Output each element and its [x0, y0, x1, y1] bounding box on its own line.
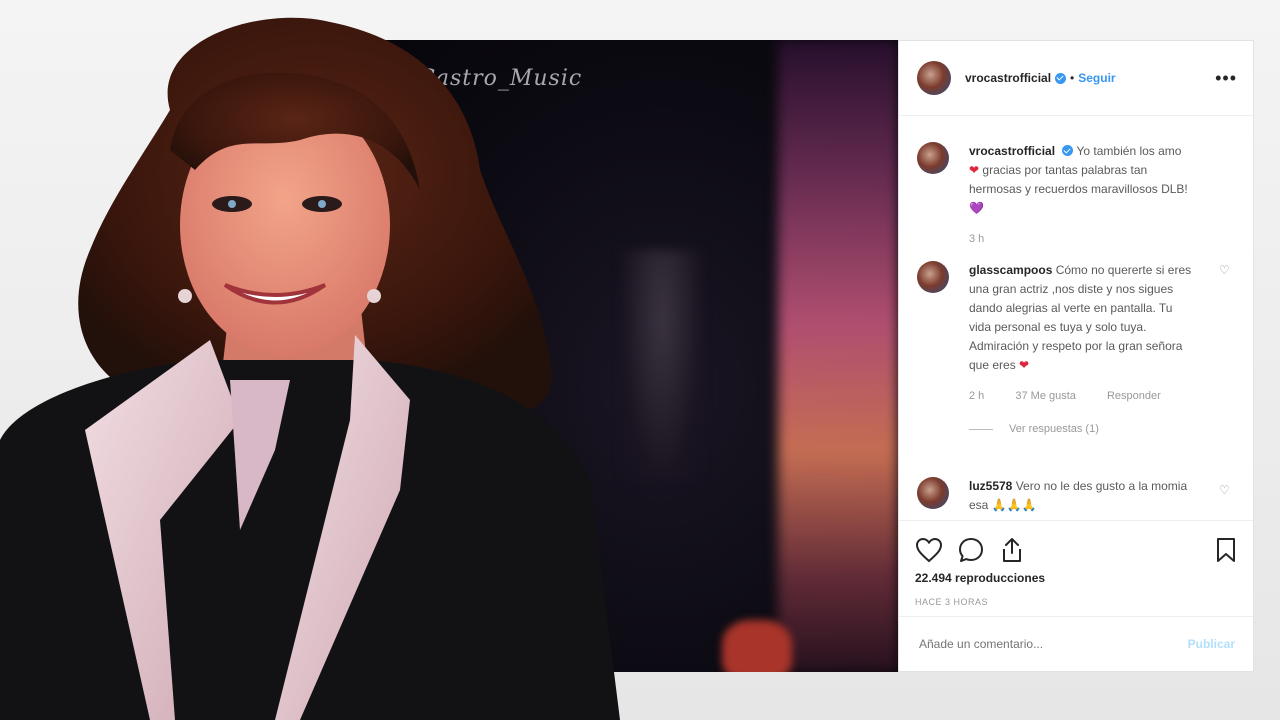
- action-icons: [915, 535, 1237, 565]
- comment-body: vrocastrofficial Yo también los amo ❤ gr…: [969, 142, 1193, 249]
- comment-meta: 3 h: [969, 230, 1193, 249]
- share-icon[interactable]: [999, 536, 1025, 564]
- post-timestamp[interactable]: HACE 3 HORAS: [915, 597, 1237, 607]
- replies-line: [969, 428, 993, 430]
- comment-username[interactable]: glasscampoos: [969, 263, 1052, 277]
- avatar[interactable]: [917, 61, 951, 95]
- separator-dot: •: [1070, 71, 1075, 85]
- post-username[interactable]: vrocastrofficial: [965, 71, 1051, 85]
- view-replies-label[interactable]: Ver respuestas (1): [1009, 423, 1099, 435]
- bookmark-icon[interactable]: [1215, 536, 1237, 564]
- reply-button[interactable]: Responder: [1107, 390, 1161, 402]
- list-item: vrocastrofficial Yo también los amo ❤ gr…: [917, 142, 1231, 249]
- like-heart-icon[interactable]: [915, 537, 943, 563]
- heart-emoji: ❤: [1019, 358, 1030, 372]
- comment-body: glasscampoos Cómo no quererte si eres un…: [969, 261, 1193, 439]
- comment-text-continued: gracias por tantas palabras tan hermosas…: [969, 163, 1188, 196]
- instagram-post-panel: vrocastrofficial • Seguir ••• vrocastrof…: [898, 40, 1254, 672]
- view-replies[interactable]: Ver respuestas (1): [969, 420, 1193, 439]
- heart-emoji: ❤: [969, 163, 980, 177]
- comment-likes[interactable]: 37 Me gusta: [1015, 390, 1076, 402]
- more-options-icon[interactable]: •••: [1215, 68, 1237, 89]
- like-comment-heart-icon[interactable]: ♡: [1219, 483, 1231, 497]
- verified-badge-icon: [1055, 72, 1067, 84]
- verified-badge-icon: [1062, 145, 1074, 156]
- list-item: luz5578 Vero no le des gusto a la momia …: [917, 477, 1231, 515]
- comment-meta: 2 h 37 Me gusta Responder: [969, 387, 1193, 406]
- purple-heart-emoji: 💜: [969, 201, 984, 215]
- follow-button[interactable]: Seguir: [1078, 71, 1115, 85]
- comment-time[interactable]: 2 h: [969, 390, 984, 402]
- publish-button[interactable]: Publicar: [1188, 637, 1235, 651]
- avatar[interactable]: [917, 142, 949, 174]
- post-header: vrocastrofficial • Seguir •••: [899, 41, 1253, 116]
- flower-pot: [722, 620, 792, 672]
- post-actions: 22.494 reproducciones HACE 3 HORAS: [899, 520, 1253, 607]
- woman-portrait: [0, 17, 620, 720]
- pray-emoji: 🙏🙏🙏: [991, 498, 1037, 512]
- views-count[interactable]: 22.494 reproducciones: [915, 571, 1237, 585]
- comment-username[interactable]: vrocastrofficial: [969, 144, 1055, 158]
- like-comment-heart-icon[interactable]: ♡: [1219, 263, 1231, 277]
- comment-text: Cómo no quererte si eres una gran actriz…: [969, 263, 1192, 372]
- stage-curtain: [778, 40, 898, 672]
- comment-input[interactable]: [917, 636, 1188, 652]
- comments-list[interactable]: vrocastrofficial Yo también los amo ❤ gr…: [899, 116, 1253, 520]
- comment-time[interactable]: 3 h: [969, 233, 984, 245]
- comment-text: Yo también los amo: [1076, 144, 1182, 158]
- add-comment-bar: Publicar: [899, 616, 1253, 671]
- comment-username[interactable]: luz5578: [969, 479, 1012, 493]
- list-item: glasscampoos Cómo no quererte si eres un…: [917, 261, 1231, 439]
- comment-body: luz5578 Vero no le des gusto a la momia …: [969, 477, 1193, 515]
- comment-bubble-icon[interactable]: [957, 536, 985, 564]
- avatar[interactable]: [917, 477, 949, 509]
- avatar[interactable]: [917, 261, 949, 293]
